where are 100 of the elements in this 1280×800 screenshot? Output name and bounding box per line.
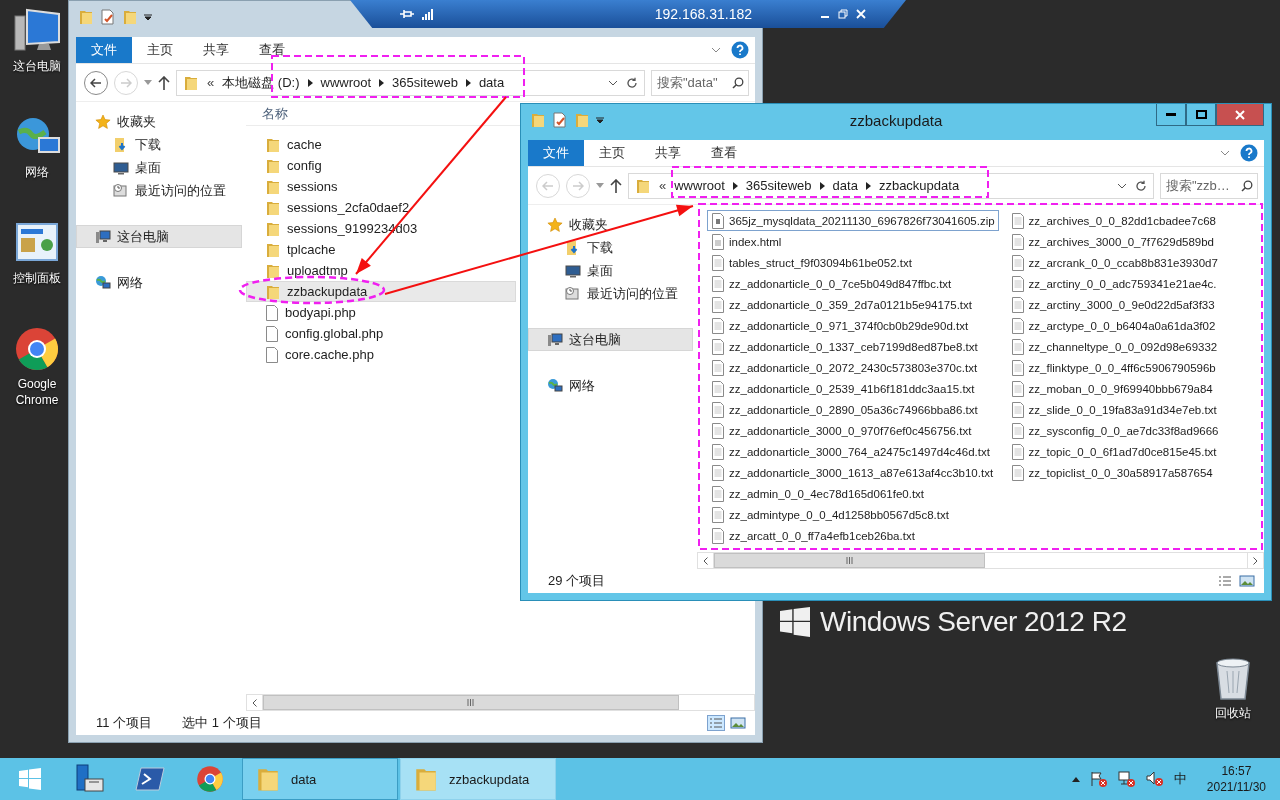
dropdown-icon[interactable] xyxy=(1117,182,1127,189)
large-icons-view-icon[interactable] xyxy=(729,715,747,731)
desktop-icon-label[interactable]: 这台电脑 xyxy=(2,58,72,74)
up-arrow-icon[interactable] xyxy=(610,178,622,193)
file-item[interactable]: zz_arctype_0_0_b6404a0a61da3f02 xyxy=(1006,315,1223,336)
ribbon-tab[interactable]: 共享 xyxy=(640,140,696,166)
refresh-icon[interactable] xyxy=(626,76,638,89)
file-item[interactable]: zz_arcrank_0_0_ccab8b831e3930d7 xyxy=(1006,252,1223,273)
file-item[interactable]: zz_addonarticle_0_0_7ce5b049d847ffbc.txt xyxy=(707,273,999,294)
nav-item[interactable]: 这台电脑 xyxy=(76,225,242,248)
expand-ribbon-icon[interactable] xyxy=(1220,150,1230,156)
dropdown-icon[interactable] xyxy=(144,13,152,21)
nav-item[interactable]: 这台电脑 xyxy=(528,328,693,351)
back-button[interactable] xyxy=(84,70,108,95)
horizontal-scrollbar[interactable] xyxy=(246,694,755,711)
file-item[interactable]: tables_struct_f9f03094b61be052.txt xyxy=(707,252,999,273)
flag-icon[interactable] xyxy=(1089,771,1108,787)
server-manager-icon[interactable] xyxy=(75,764,105,794)
address-bar[interactable]: « wwwroot 365siteweb data zzbackupdata xyxy=(628,172,1154,199)
file-item[interactable]: zz_addonarticle_0_2890_05a36c74966bba86.txt xyxy=(707,399,999,420)
expand-ribbon-icon[interactable] xyxy=(711,47,721,53)
file-row[interactable]: config xyxy=(246,155,516,176)
history-caret-icon[interactable] xyxy=(596,183,604,188)
ribbon-tab[interactable]: 主页 xyxy=(584,140,640,166)
file-row[interactable]: uploadtmp xyxy=(246,260,516,281)
search-icon[interactable] xyxy=(732,76,744,89)
file-row[interactable]: sessions xyxy=(246,176,516,197)
desktop-icon-label[interactable]: 回收站 xyxy=(1198,705,1268,721)
nav-item[interactable]: 最近访问的位置 xyxy=(76,179,242,202)
refresh-icon[interactable] xyxy=(1135,179,1147,192)
nav-item[interactable]: 桌面 xyxy=(528,259,693,282)
desktop-icon-label[interactable]: 控制面板 xyxy=(2,270,72,286)
breadcrumb[interactable]: 365siteweb xyxy=(745,178,812,193)
file-item[interactable]: zz_addonarticle_0_2072_2430c573803e370c.txt xyxy=(707,357,999,378)
minimize-button[interactable] xyxy=(1156,104,1186,126)
file-item[interactable]: zz_sysconfig_0_0_ae7dc33f8ad9666 xyxy=(1006,420,1223,441)
file-item[interactable]: zz_addonarticle_0_971_374f0cb0b29de90d.txt xyxy=(707,315,999,336)
large-icons-view-icon[interactable] xyxy=(1238,573,1256,589)
file-item[interactable]: zz_archives_0_0_82dd1cbadee7c68 xyxy=(1006,210,1223,231)
nav-item[interactable]: 下载 xyxy=(528,236,693,259)
search-field[interactable]: 搜索"data" xyxy=(651,69,749,96)
maximize-button[interactable] xyxy=(1186,104,1216,126)
breadcrumb[interactable]: data xyxy=(478,75,505,90)
scroll-left-icon[interactable] xyxy=(252,698,257,707)
properties-icon[interactable] xyxy=(100,9,116,25)
help-icon[interactable] xyxy=(731,41,749,59)
file-menu-button[interactable]: 文件 xyxy=(76,37,132,63)
file-item[interactable]: zz_arctiny_3000_0_9e0d22d5af3f33 xyxy=(1006,294,1223,315)
file-item[interactable]: index.html xyxy=(707,231,999,252)
file-row[interactable]: zzbackupdata xyxy=(246,281,516,302)
dropdown-icon[interactable] xyxy=(608,79,618,86)
file-menu-button[interactable]: 文件 xyxy=(528,140,584,166)
taskbar-window-button[interactable]: zzbackupdata xyxy=(400,758,556,800)
file-row[interactable]: bodyapi.php xyxy=(246,302,516,323)
file-item[interactable]: zz_flinktype_0_0_4ff6c5906790596b xyxy=(1006,357,1223,378)
restore-icon[interactable] xyxy=(838,9,848,19)
file-item[interactable]: zz_arctiny_0_0_adc759341e21ae4c. xyxy=(1006,273,1223,294)
chrome-icon[interactable] xyxy=(14,326,60,372)
scrollbar-thumb[interactable] xyxy=(263,695,679,710)
file-item[interactable]: 365jz_mysqldata_20211130_6967826f73041605.zip xyxy=(707,210,999,231)
file-item[interactable]: zz_topiclist_0_0_30a58917a587654 xyxy=(1006,462,1223,483)
breadcrumb[interactable]: 365siteweb xyxy=(392,75,458,90)
network-status-icon[interactable] xyxy=(1117,771,1136,787)
ribbon-tab[interactable]: 共享 xyxy=(188,37,244,63)
input-method-indicator[interactable]: 中 xyxy=(1173,770,1187,788)
file-item[interactable]: zz_archives_3000_0_7f7629d589bd xyxy=(1006,231,1223,252)
nav-item[interactable]: 收藏夹 xyxy=(528,213,693,236)
file-item[interactable]: zz_addonarticle_3000_0_970f76ef0c456756.txt xyxy=(707,420,999,441)
nav-item[interactable]: 桌面 xyxy=(76,156,242,179)
powershell-icon[interactable] xyxy=(135,766,165,792)
file-item[interactable]: zz_addonarticle_0_359_2d7a0121b5e94175.txt xyxy=(707,294,999,315)
address-bar[interactable]: « 本地磁盘 (D:) wwwroot 365siteweb data xyxy=(176,69,645,96)
start-icon[interactable] xyxy=(19,768,41,790)
file-item[interactable]: zz_slide_0_0_19fa83a91d34e7eb.txt xyxy=(1006,399,1223,420)
nav-item[interactable]: 下载 xyxy=(76,133,242,156)
desktop-icon-label[interactable]: Google Chrome xyxy=(2,376,72,408)
scroll-left-icon[interactable] xyxy=(703,556,708,565)
pin-icon[interactable] xyxy=(400,7,414,21)
file-row[interactable]: config.global.php xyxy=(246,323,516,344)
show-hidden-icons-icon[interactable] xyxy=(1071,776,1080,782)
dropdown-icon[interactable] xyxy=(596,116,604,124)
properties-icon[interactable] xyxy=(552,112,568,128)
up-arrow-icon[interactable] xyxy=(158,75,170,90)
scroll-right-icon[interactable] xyxy=(1253,556,1258,565)
breadcrumb[interactable]: wwwroot xyxy=(320,75,372,90)
nav-item[interactable]: 收藏夹 xyxy=(76,110,242,133)
ribbon-tab[interactable]: 查看 xyxy=(696,140,752,166)
file-item[interactable]: zz_addonarticle_0_1337_ceb7199d8ed87be8.txt xyxy=(707,336,999,357)
overflow-mark[interactable]: « xyxy=(659,178,667,193)
help-icon[interactable] xyxy=(1240,144,1258,162)
file-row[interactable]: sessions_2cfa0daef2 xyxy=(246,197,516,218)
file-item[interactable]: zz_addonarticle_3000_764_a2475c1497d4c46d.txt xyxy=(707,441,999,462)
breadcrumb[interactable]: zzbackupdata xyxy=(878,178,960,193)
file-item[interactable]: zz_addonarticle_0_2539_41b6f181ddc3aa15.txt xyxy=(707,378,999,399)
close-icon[interactable] xyxy=(856,9,866,19)
overflow-mark[interactable]: « xyxy=(207,75,215,90)
file-row[interactable]: cache xyxy=(246,134,516,155)
search-icon[interactable] xyxy=(1241,179,1253,192)
search-field[interactable]: 搜索"zzb… xyxy=(1160,172,1258,199)
recycle-bin-icon[interactable] xyxy=(1213,655,1253,701)
